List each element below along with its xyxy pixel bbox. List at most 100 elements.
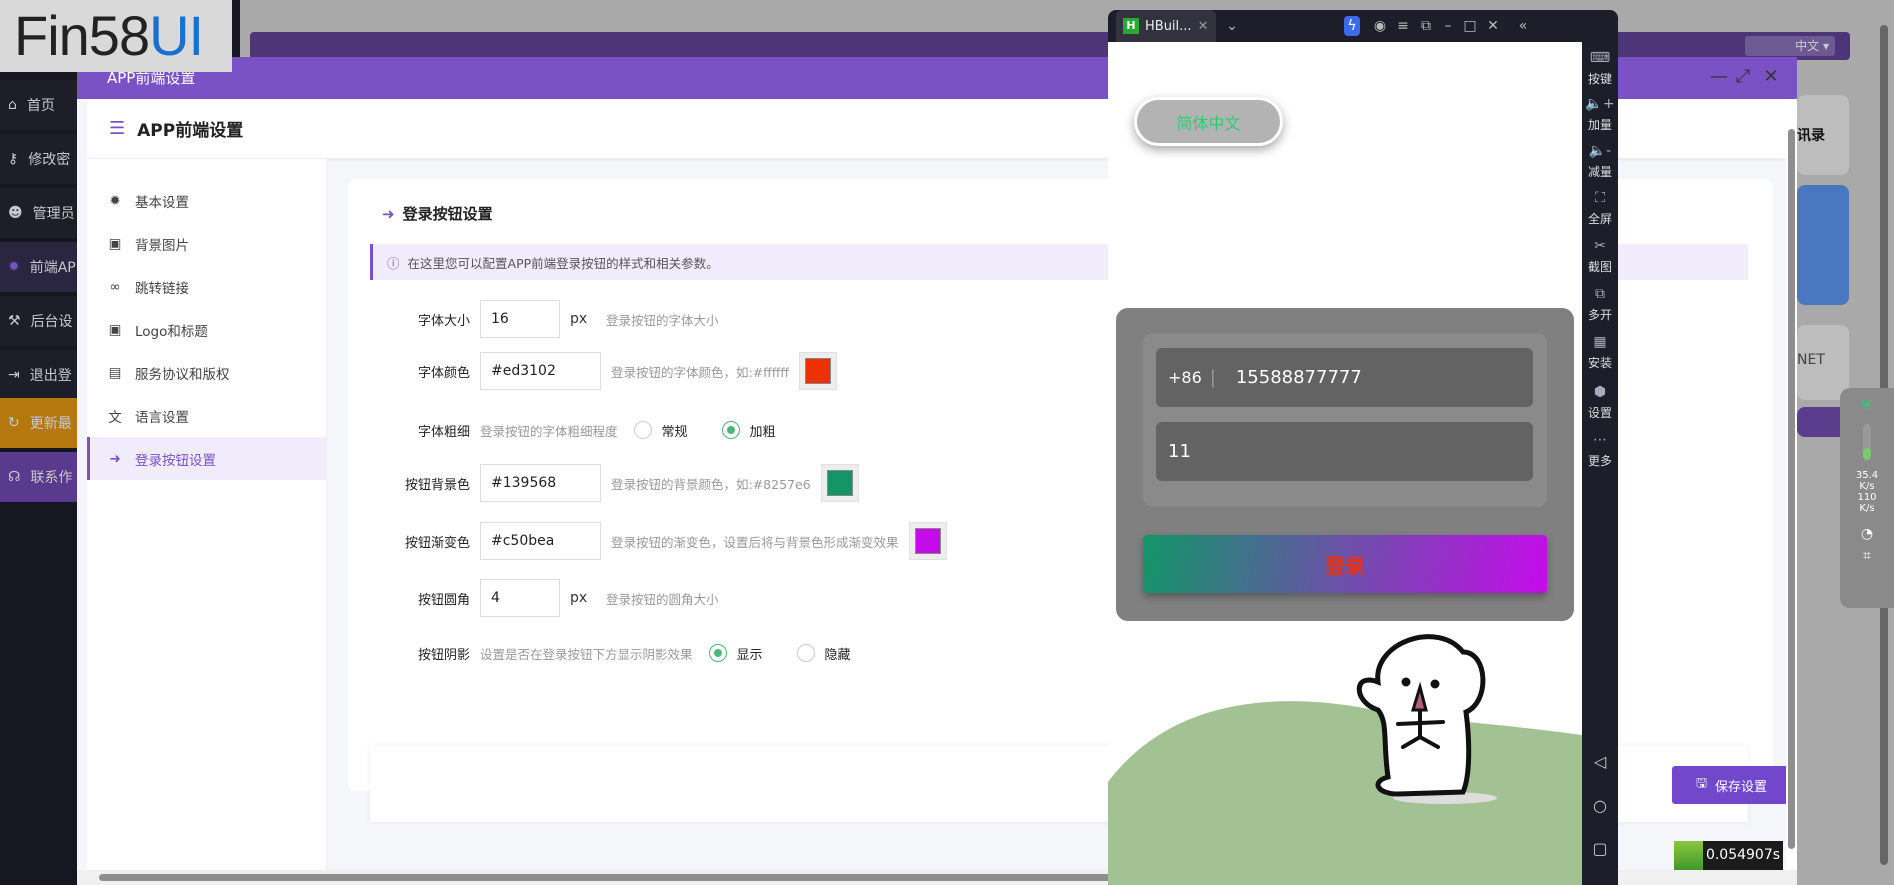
password-input[interactable]: 11: [1156, 422, 1533, 481]
nav-redirect-link[interactable]: ∞ 跳转链接: [87, 265, 326, 308]
maximize-icon[interactable]: ⤢: [1729, 63, 1757, 91]
network-monitor-widget[interactable]: ⛨ 35.4 K/s 110 K/s ◔ ⌗: [1840, 388, 1894, 608]
radio-show[interactable]: [708, 644, 727, 662]
label: 按钮渐变色: [404, 535, 470, 551]
user-icon[interactable]: ◉: [1370, 16, 1390, 36]
gear-icon: ✹: [8, 259, 20, 275]
image-icon: ▣: [108, 321, 122, 338]
phone-value: 15588877777: [1235, 367, 1362, 388]
floppy-icon: 🖫: [1695, 776, 1708, 791]
nav-login-button[interactable]: ➜ 登录按钮设置: [87, 437, 326, 480]
apk-icon: ▦: [1593, 334, 1607, 350]
radio-hide[interactable]: [796, 644, 815, 662]
font-color-picker[interactable]: [799, 352, 838, 390]
label: 按钮阴影: [417, 647, 470, 663]
bg-card-image: [1797, 185, 1849, 305]
nav-logo-title[interactable]: ▣ Logo和标题: [87, 308, 326, 351]
tool-volume-up[interactable]: 🔈+ 加量: [1582, 96, 1618, 133]
volume-up-icon: 🔈+: [1585, 96, 1615, 112]
bg-color-picker[interactable]: [820, 464, 859, 502]
crop-icon: ⌗: [1863, 548, 1871, 564]
chevron-down-icon[interactable]: ⌄: [1222, 16, 1242, 36]
country-code[interactable]: +86: [1168, 368, 1202, 387]
tool-volume-down[interactable]: 🔈- 减量: [1582, 143, 1618, 180]
link-icon: ∞: [109, 278, 121, 295]
login-fields: +86 | 15588877777 11: [1143, 333, 1547, 507]
emulator-tab[interactable]: H HBuil... ✕: [1116, 10, 1216, 42]
boost-icon[interactable]: ϟ: [1344, 16, 1360, 36]
key-icon: ⚷: [8, 151, 19, 167]
nav-basic-settings[interactable]: ✹ 基本设置: [87, 179, 326, 222]
close-icon[interactable]: ✕: [1483, 16, 1503, 36]
settings-nav: ✹ 基本设置 ▣ 背景图片 ∞ 跳转链接 ▣ Logo和标题 ▤ 服务协议和版权 文语言设…: [87, 159, 327, 885]
close-icon[interactable]: ✕: [1198, 19, 1209, 34]
flame-logo-icon: [1674, 841, 1703, 870]
nav-agreement[interactable]: ▤ 服务协议和版权: [87, 351, 326, 394]
bg-color-input[interactable]: [480, 464, 601, 502]
save-button[interactable]: 🖫 保存设置: [1672, 766, 1791, 804]
hint: 登录按钮的字体粗细程度: [480, 423, 618, 439]
card-title: ➜ 登录按钮设置: [382, 203, 493, 224]
back-icon[interactable]: ◁: [1582, 752, 1618, 771]
row-shadow: 按钮阴影 设置是否在登录按钮下方显示阴影效果 显示 隐藏: [370, 634, 869, 672]
home-icon: ⌂: [8, 97, 17, 113]
modal-vertical-scrollbar[interactable]: [1786, 99, 1797, 885]
label: 按钮背景色: [404, 477, 470, 493]
shield-icon: ⛨: [1861, 398, 1873, 414]
maximize-icon[interactable]: □: [1460, 16, 1480, 36]
timer-value: 0.054907s: [1703, 841, 1783, 870]
radio-label: 常规: [661, 424, 688, 440]
menu-icon[interactable]: ≡: [1393, 16, 1413, 36]
card-title-text: 登录按钮设置: [402, 205, 493, 223]
logo-text-blue: UI: [149, 4, 204, 67]
upload-speed: 35.4: [1855, 470, 1879, 481]
collapse-icon[interactable]: «: [1513, 16, 1533, 36]
tool-label: 减量: [1587, 165, 1612, 179]
tool-settings[interactable]: ⬢ 设置: [1582, 384, 1618, 421]
home-circle-icon[interactable]: ○: [1582, 796, 1618, 815]
wrench-icon: ⚒: [8, 313, 21, 329]
bg-nav-label: 后台设: [30, 314, 73, 330]
tool-label: 按键: [1587, 72, 1612, 86]
hint: 设置是否在登录按钮下方显示阴影效果: [480, 646, 693, 662]
login-button[interactable]: 登录: [1143, 535, 1547, 593]
emulator-window: H HBuil... ✕ ⌄ ϟ ◉ ≡ ⧉ – □ ✕ « 简体中文 +86: [1108, 10, 1618, 885]
nav-label: Logo和标题: [135, 323, 208, 340]
minimize-icon[interactable]: –: [1438, 16, 1458, 36]
timer-badge: 0.054907s: [1674, 841, 1783, 870]
tool-more[interactable]: ⋯ 更多: [1582, 432, 1618, 469]
recents-icon[interactable]: ▢: [1582, 839, 1618, 858]
nav-language[interactable]: 文语言设置: [87, 394, 326, 437]
volume-down-icon: 🔈-: [1588, 143, 1612, 159]
gradient-color-picker[interactable]: [908, 522, 947, 560]
translate-icon: 文: [108, 409, 122, 426]
radius-input[interactable]: [480, 579, 560, 617]
bg-lang-select[interactable]: 中文 ▾: [1745, 36, 1835, 56]
panel-title: APP前端设置: [137, 121, 244, 141]
tool-fullscreen[interactable]: ⛶ 全屏: [1582, 190, 1618, 227]
radio-bold[interactable]: [721, 421, 740, 439]
gradient-color-input[interactable]: [480, 522, 601, 560]
speed-icon: ◔: [1860, 526, 1874, 542]
phone-input[interactable]: +86 | 15588877777: [1156, 348, 1533, 407]
tool-screenshot[interactable]: ✂ 截图: [1582, 238, 1618, 275]
tool-keys[interactable]: ⌨ 按键: [1582, 50, 1618, 87]
tool-label: 更多: [1587, 454, 1612, 468]
tool-install[interactable]: ▦ 安装: [1582, 334, 1618, 371]
hint: 登录按钮的渐变色，设置后将与背景色形成渐变效果: [611, 534, 899, 550]
headset-icon: ☊: [8, 469, 21, 485]
bg-lang-label: 中文: [1795, 39, 1820, 53]
font-size-input[interactable]: [480, 300, 560, 338]
language-button[interactable]: 简体中文: [1134, 97, 1283, 146]
radio-normal[interactable]: [633, 421, 652, 439]
gear-icon: ✹: [109, 192, 121, 209]
row-gradient: 按钮渐变色 登录按钮的渐变色，设置后将与背景色形成渐变效果: [370, 522, 947, 560]
row-font-weight: 字体粗细 登录按钮的字体粗细程度 常规 加粗: [370, 411, 794, 449]
nav-label: 基本设置: [135, 194, 189, 211]
nav-background-image[interactable]: ▣ 背景图片: [87, 222, 326, 265]
close-icon[interactable]: ✕: [1757, 63, 1785, 91]
password-value: 11: [1168, 441, 1191, 462]
pin-icon[interactable]: ⧉: [1416, 16, 1436, 36]
font-color-input[interactable]: [480, 352, 601, 390]
tool-multi[interactable]: ⧉ 多开: [1582, 286, 1618, 323]
